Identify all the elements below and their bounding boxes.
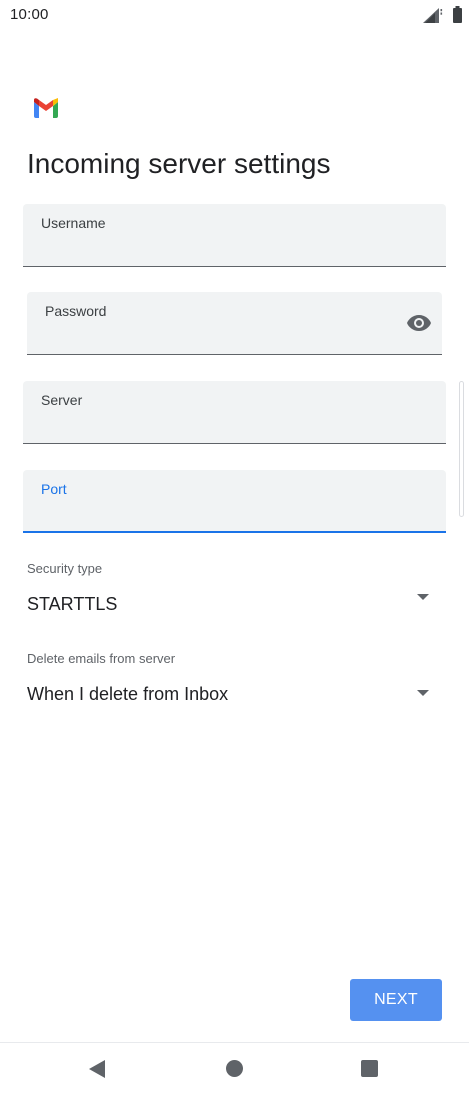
username-label: Username: [41, 215, 106, 231]
status-bar: 10:00: [0, 0, 469, 32]
delete-emails-label: Delete emails from server: [27, 651, 176, 666]
battery-icon: [453, 6, 462, 23]
password-field[interactable]: Password: [27, 292, 442, 355]
security-type-value[interactable]: STARTTLS: [27, 594, 117, 615]
recents-icon[interactable]: [361, 1060, 378, 1077]
delete-emails-value[interactable]: When I delete from Inbox: [27, 684, 228, 705]
password-label: Password: [45, 303, 107, 319]
security-type-label: Security type: [27, 561, 103, 576]
port-field[interactable]: Port: [23, 470, 446, 533]
signal-icon: [423, 8, 443, 23]
home-icon[interactable]: [226, 1060, 243, 1077]
server-field[interactable]: Server: [23, 381, 446, 444]
status-time: 10:00: [10, 6, 49, 23]
username-field[interactable]: Username: [23, 204, 446, 267]
eye-icon[interactable]: [406, 314, 432, 332]
gmail-logo-icon: [34, 98, 58, 118]
next-button[interactable]: NEXT: [350, 979, 442, 1021]
port-input[interactable]: [41, 503, 428, 525]
navigation-bar: [0, 1042, 469, 1096]
back-icon[interactable]: [89, 1060, 105, 1078]
username-input[interactable]: [41, 238, 428, 260]
scrollbar[interactable]: [459, 381, 464, 517]
port-label: Port: [41, 481, 67, 497]
server-label: Server: [41, 392, 83, 408]
page-title: Incoming server settings: [27, 148, 331, 179]
chevron-down-icon[interactable]: [417, 594, 429, 600]
server-input[interactable]: [41, 415, 428, 437]
password-input[interactable]: [45, 326, 392, 348]
chevron-down-icon[interactable]: [417, 690, 429, 696]
